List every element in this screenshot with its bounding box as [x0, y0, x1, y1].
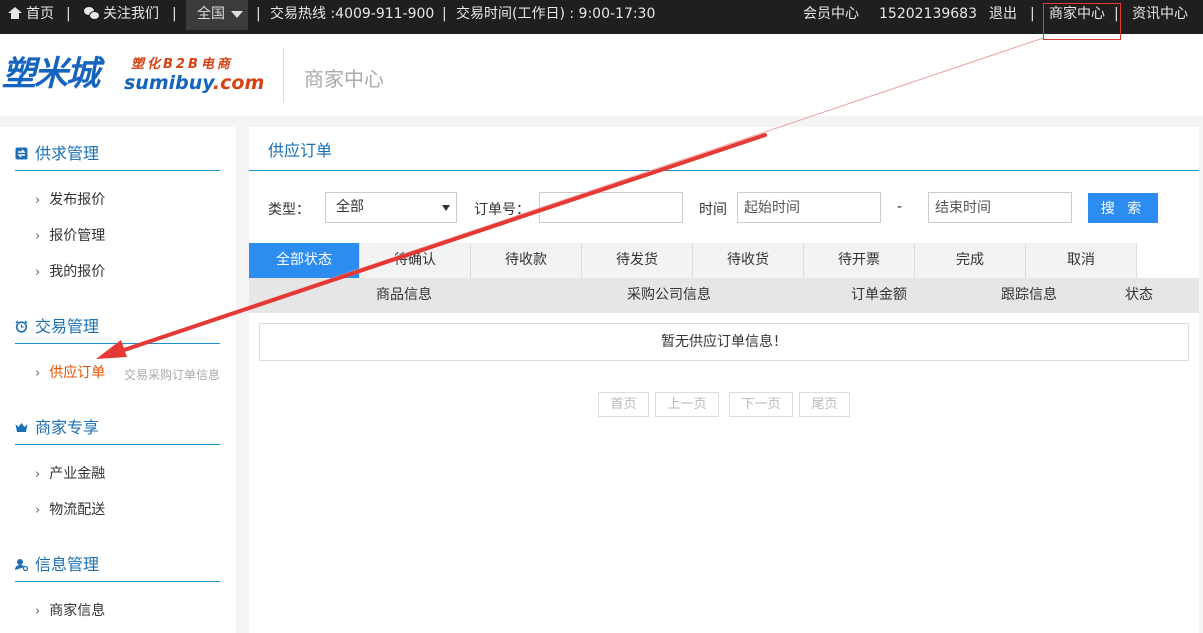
sidebar-item-my-quotes[interactable]: › 我的报价 [35, 262, 105, 283]
swap-icon [15, 147, 28, 160]
merchant-center-link[interactable]: 商家中心 [1049, 0, 1105, 34]
pagination-next[interactable]: 下一页 [729, 392, 793, 417]
sidebar-item-supply-orders[interactable]: › 供应订单 [35, 363, 105, 384]
logo-tagline: 塑化B2B电商 [131, 57, 233, 72]
tab-pending-payment[interactable]: 待收款 [471, 243, 582, 278]
divider: | [172, 6, 177, 22]
sidebar-section-merchant: 商家专享 [15, 411, 220, 445]
wechat-icon [84, 7, 100, 20]
chevron-down-icon [442, 205, 450, 211]
section-title-label: 商家专享 [35, 418, 100, 437]
sidebar-item-hint: 交易采购订单信息 [124, 368, 221, 382]
user-settings-icon [15, 559, 28, 571]
page-title: 商家中心 [304, 67, 384, 91]
start-time-input[interactable] [737, 192, 881, 223]
header-divider [283, 48, 284, 102]
alarm-icon [15, 320, 28, 333]
tab-pending-shipment[interactable]: 待发货 [582, 243, 693, 278]
sidebar-item-label: 物流配送 [49, 502, 106, 518]
sidebar-item-label: 报价管理 [49, 228, 106, 244]
sidebar-item-quote-management[interactable]: › 报价管理 [35, 226, 105, 247]
tab-completed[interactable]: 完成 [915, 243, 1026, 278]
sidebar-item-merchant-info[interactable]: › 商家信息 [35, 601, 105, 622]
chevron-right-icon: › [35, 503, 41, 518]
column-header-buyer: 采购公司信息 [627, 287, 711, 303]
user-phone-link[interactable]: 15202139683 [879, 0, 977, 34]
home-link[interactable]: 首页 [8, 0, 54, 34]
empty-state-message: 暂无供应订单信息！ [259, 323, 1189, 361]
section-title-label: 供求管理 [35, 144, 100, 163]
sidebar-item-label: 供应订单 [49, 365, 106, 381]
region-label: 全国 [197, 6, 225, 22]
order-number-label: 订单号： [474, 202, 530, 218]
sidebar-item-publish-quote[interactable]: › 发布报价 [35, 190, 105, 211]
type-select-value: 全部 [336, 199, 364, 215]
chevron-right-icon: › [35, 265, 41, 280]
section-title-label: 信息管理 [35, 555, 100, 574]
region-selector[interactable]: 全国 [186, 0, 248, 30]
logo-chinese[interactable]: 塑米城 [2, 54, 100, 94]
pagination-prev[interactable]: 上一页 [655, 392, 719, 417]
sidebar-item-industry-finance[interactable]: › 产业金融 [35, 464, 105, 485]
sidebar-item-logistics[interactable]: › 物流配送 [35, 500, 105, 521]
divider: | [66, 6, 71, 22]
pagination-last[interactable]: 尾页 [799, 392, 850, 417]
column-header-tracking: 跟踪信息 [1001, 287, 1057, 303]
chevron-right-icon: › [35, 229, 41, 244]
tab-cancelled[interactable]: 取消 [1026, 243, 1137, 278]
sidebar-item-label: 产业金融 [49, 466, 106, 482]
column-header-amount: 订单金额 [851, 287, 907, 303]
logout-link[interactable]: 退出 [989, 0, 1017, 34]
crown-icon [15, 423, 28, 432]
panel-title: 供应订单 [249, 127, 1199, 171]
table-header: 商品信息 采购公司信息 订单金额 跟踪信息 状态 [249, 278, 1199, 313]
time-label: 时间 [699, 202, 727, 218]
sidebar-item-label: 我的报价 [49, 264, 106, 280]
main-panel: 供应订单 类型： 全部 订单号： 时间 - 搜 索 全部状态 待确认 待收款 待… [249, 127, 1199, 633]
chevron-right-icon: › [35, 604, 41, 619]
order-number-input[interactable] [539, 192, 683, 223]
site-header: 塑米城 塑化B2B电商 sumibuy.com 商家中心 [0, 34, 1203, 116]
home-label: 首页 [26, 6, 54, 22]
sidebar-section-trade: 交易管理 [15, 310, 220, 344]
chevron-right-icon: › [35, 366, 41, 381]
divider: | [256, 6, 261, 22]
divider: | [442, 6, 447, 22]
hotline-text: 交易热线 :4009-911-900 [270, 6, 435, 22]
search-button[interactable]: 搜 索 [1088, 193, 1158, 223]
sidebar: 供求管理 › 发布报价 › 报价管理 › 我的报价 交易管理 › 供应订单 交易采购订单… [0, 127, 236, 633]
trading-hours-text: 交易时间(工作日) : 9:00-17:30 [456, 6, 656, 22]
logo-english-name: sumibuy [124, 72, 213, 94]
type-select[interactable]: 全部 [325, 192, 457, 223]
sidebar-section-info: 信息管理 [15, 548, 220, 582]
follow-us-link[interactable]: 关注我们 [84, 0, 159, 34]
sidebar-section-supply: 供求管理 [15, 137, 220, 171]
date-range-dash: - [897, 199, 903, 215]
news-center-link[interactable]: 资讯中心 [1132, 0, 1188, 34]
home-icon [8, 7, 22, 19]
tab-pending-confirm[interactable]: 待确认 [360, 243, 471, 278]
divider: | [1030, 6, 1035, 22]
tab-pending-invoice[interactable]: 待开票 [804, 243, 915, 278]
sidebar-item-label: 商家信息 [49, 603, 106, 619]
logo-english-suffix: .com [212, 72, 265, 94]
top-navigation-bar: 首页 | 关注我们 | 全国 | 交易热线 :4009-911-900 | 交易… [0, 0, 1203, 34]
column-header-status: 状态 [1125, 287, 1153, 303]
end-time-input[interactable] [928, 192, 1072, 223]
chevron-right-icon: › [35, 193, 41, 208]
section-title-label: 交易管理 [35, 317, 100, 336]
type-label: 类型： [268, 202, 310, 218]
follow-us-label: 关注我们 [103, 6, 159, 22]
member-center-link[interactable]: 会员中心 [803, 0, 859, 34]
column-header-product: 商品信息 [376, 287, 432, 303]
caret-down-icon [231, 10, 243, 18]
divider: | [1114, 6, 1119, 22]
tab-all-status[interactable]: 全部状态 [249, 243, 360, 278]
logo-english: sumibuy.com [124, 72, 264, 94]
tab-pending-receipt[interactable]: 待收货 [693, 243, 804, 278]
pagination-first[interactable]: 首页 [598, 392, 649, 417]
sidebar-item-label: 发布报价 [49, 192, 106, 208]
chevron-right-icon: › [35, 467, 41, 482]
